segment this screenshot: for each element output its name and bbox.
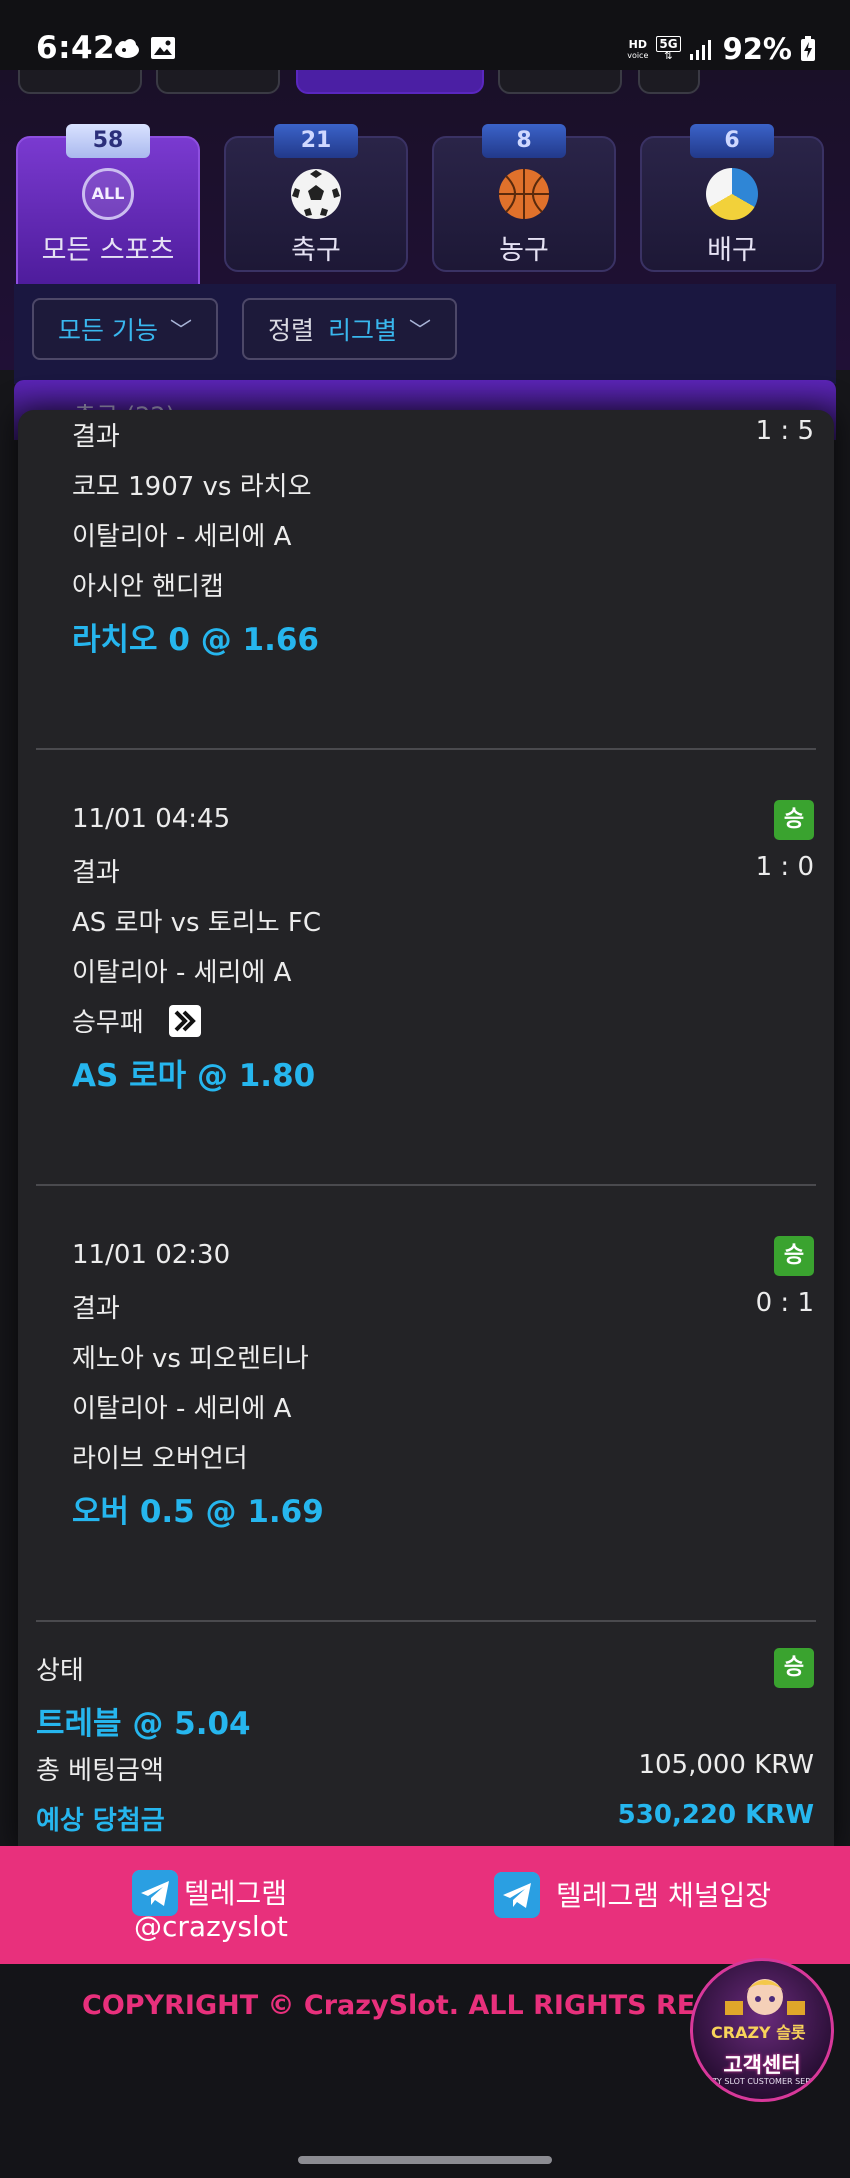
stake-label: 총 베팅금액 xyxy=(36,1756,164,1786)
top-nav-item[interactable] xyxy=(156,70,280,94)
league-name: 이탈리아 - 세리에 A xyxy=(72,1394,292,1424)
basketball-icon xyxy=(499,169,549,219)
tab-count-badge: 8 xyxy=(482,124,566,158)
customer-service-button[interactable]: CRAZY 슬롯 고객센터 CRAZY SLOT CUSTOMER SERVIC… xyxy=(690,1958,834,2102)
win-badge: 승 xyxy=(774,1236,814,1276)
tab-label: 축구 xyxy=(291,235,341,266)
tab-label: 농구 xyxy=(499,235,549,266)
sort-value: 리그별 xyxy=(328,316,398,345)
score: 0 : 1 xyxy=(755,1288,814,1318)
volleyball-icon xyxy=(706,168,758,220)
top-nav-item-active[interactable] xyxy=(296,70,484,94)
tab-basketball[interactable]: 8 농구 xyxy=(432,124,616,272)
cloud-icon xyxy=(115,39,139,58)
telegram-channel-label: 텔레그램 채널입장 xyxy=(556,1879,771,1912)
market-name: 아시안 핸디캡 xyxy=(72,572,224,602)
bet-date: 11/01 02:30 xyxy=(72,1240,231,1270)
feature-filter-label: 모든 기능 xyxy=(58,316,158,345)
result-label: 결과 xyxy=(72,858,120,888)
league-name: 이탈리아 - 세리에 A xyxy=(72,522,292,552)
tab-label: 배구 xyxy=(707,235,757,266)
image-icon xyxy=(151,37,175,59)
copyright-text: COPYRIGHT © CrazySlot. ALL RIGHTS RESERV… xyxy=(82,1990,702,2021)
status-right-group: HD voice 5G ⇅ 92% xyxy=(627,32,816,66)
market-name: 라이브 오버언더 xyxy=(72,1444,248,1474)
cs-title: 고객센터 xyxy=(723,2053,801,2077)
tab-soccer[interactable]: 21 축구 xyxy=(224,124,408,272)
chevron-down-icon: ﹀ xyxy=(409,319,432,344)
match-name: 코모 1907 vs 라치오 xyxy=(72,472,312,502)
soccer-ball-icon xyxy=(291,169,341,219)
win-badge: 승 xyxy=(774,800,814,840)
tab-count-badge: 6 xyxy=(690,124,774,158)
score: 1 : 5 xyxy=(755,416,814,446)
payout-label: 예상 당첨금 xyxy=(36,1806,165,1836)
payout-value: 530,220 KRW xyxy=(617,1800,814,1830)
divider xyxy=(36,1184,816,1186)
tab-all-sports[interactable]: 58 ALL 모든 스포츠 xyxy=(16,124,200,286)
status-label: 상태 xyxy=(36,1656,84,1686)
market-name: 승무패 xyxy=(72,1008,144,1038)
tab-volleyball[interactable]: 6 배구 xyxy=(640,124,824,272)
bet-date: 11/01 04:45 xyxy=(72,804,231,834)
status-time: 6:42 xyxy=(36,30,116,66)
top-nav-strip xyxy=(0,70,850,96)
league-name: 이탈리아 - 세리에 A xyxy=(72,958,292,988)
win-badge: 승 xyxy=(774,1648,814,1688)
network-5g-icon: 5G ⇅ xyxy=(656,36,681,62)
result-label: 결과 xyxy=(72,422,120,452)
home-indicator[interactable] xyxy=(298,2156,552,2164)
market-row: 승무패 xyxy=(72,1002,202,1041)
top-nav-item[interactable] xyxy=(18,70,142,94)
telegram-bar: 텔레그램 @crazyslot 텔레그램 채널입장 xyxy=(0,1846,850,1964)
result-label: 결과 xyxy=(72,1294,120,1324)
feature-filter-dropdown[interactable]: 모든 기능 ﹀ xyxy=(32,298,218,360)
pick-odds: 오버 0.5 @ 1.69 xyxy=(72,1494,324,1530)
stake-value: 105,000 KRW xyxy=(638,1750,814,1780)
hd-voice-icon: HD voice xyxy=(627,37,649,60)
combo-odds: 트레블 @ 5.04 xyxy=(36,1706,251,1742)
tab-label: 모든 스포츠 xyxy=(41,235,175,266)
cs-subtitle: CRAZY SLOT CUSTOMER SERVICE xyxy=(695,2077,829,2086)
pick-odds: AS 로마 @ 1.80 xyxy=(72,1058,316,1094)
sort-dropdown[interactable]: 정렬 리그별 ﹀ xyxy=(242,298,458,360)
telegram-icon xyxy=(494,1872,540,1918)
battery-percent: 92% xyxy=(722,32,792,66)
telegram-handle: @crazyslot xyxy=(134,1910,288,1943)
divider xyxy=(36,1620,816,1622)
battery-icon xyxy=(801,36,815,61)
pick-odds: 라치오 0 @ 1.66 xyxy=(72,622,319,658)
mascot-icon xyxy=(725,1979,805,2015)
bet-slip-modal: 결과 1 : 5 코모 1907 vs 라치오 이탈리아 - 세리에 A 아시안… xyxy=(18,410,834,1850)
sort-prefix: 정렬 xyxy=(268,316,315,345)
match-name: AS 로마 vs 토리노 FC xyxy=(72,908,321,938)
score: 1 : 0 xyxy=(755,852,814,882)
divider xyxy=(36,748,816,750)
telegram-label: 텔레그램 xyxy=(184,1877,288,1910)
match-name: 제노아 vs 피오렌티나 xyxy=(72,1344,309,1374)
match-stats-icon[interactable] xyxy=(168,1004,202,1038)
chevron-down-icon: ﹀ xyxy=(169,319,192,344)
top-nav-item[interactable] xyxy=(498,70,622,94)
cs-brand: CRAZY 슬롯 xyxy=(711,2023,806,2042)
tab-count-badge: 58 xyxy=(66,124,150,158)
signal-icon xyxy=(689,40,711,60)
top-nav-item[interactable] xyxy=(638,70,700,94)
all-icon: ALL xyxy=(82,168,134,220)
tab-count-badge: 21 xyxy=(274,124,358,158)
